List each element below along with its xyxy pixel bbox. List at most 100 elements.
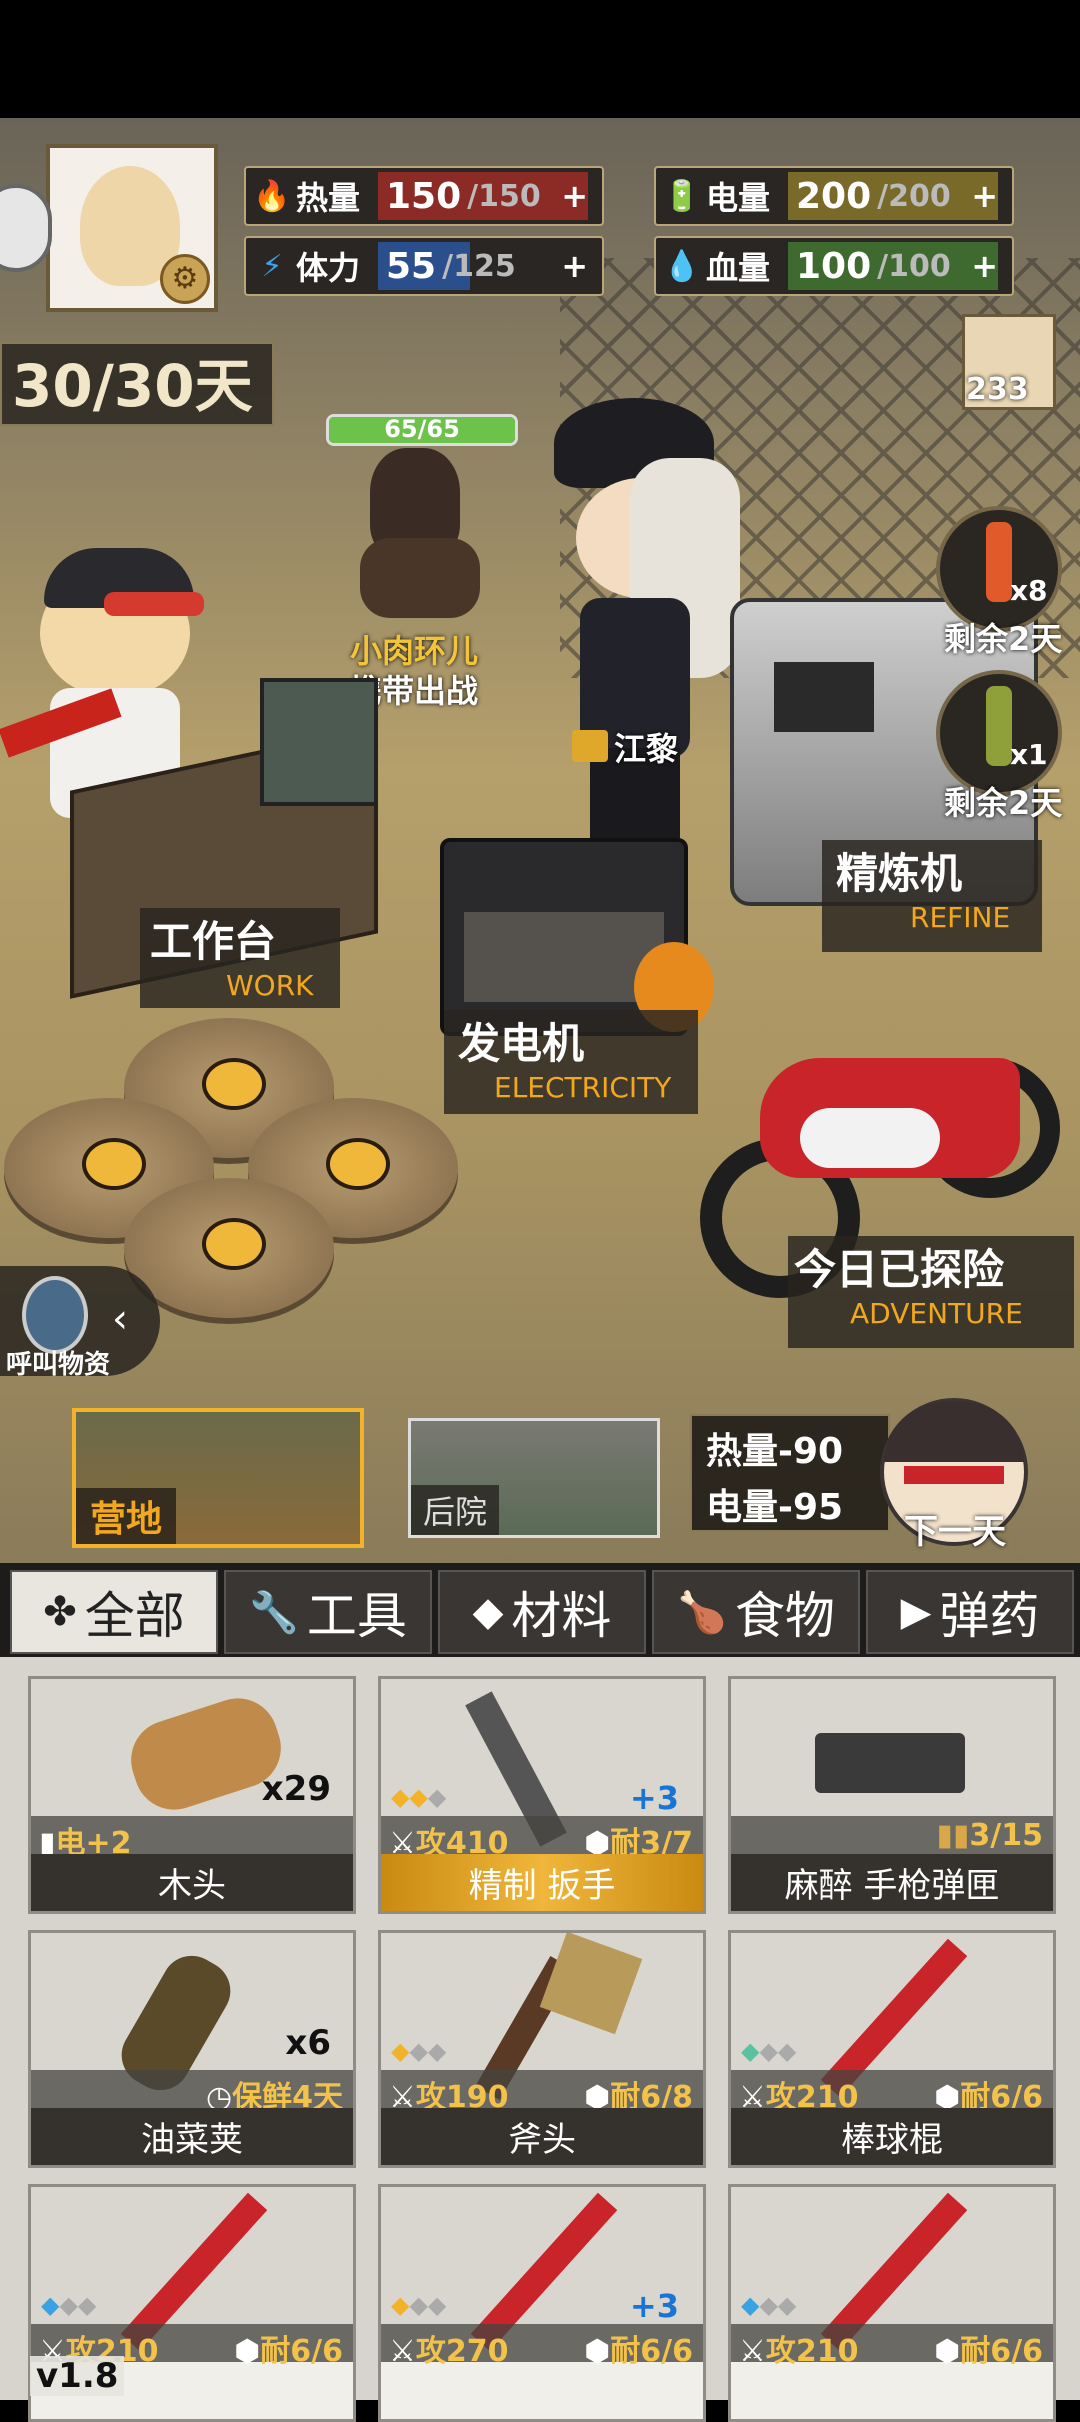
clover-icon: ✤ xyxy=(43,1589,77,1635)
rarity-gems: ◆◆◆ xyxy=(391,2291,447,2319)
energy-plus-button[interactable]: + xyxy=(561,247,588,285)
rarity-gems: ◆◆◆ xyxy=(741,2037,797,2065)
refinery-sign[interactable]: 精炼机 REFINE xyxy=(822,840,1042,952)
heat-label: 热量 xyxy=(296,179,361,217)
seed-icon xyxy=(82,1138,146,1190)
walkie-talkie-icon xyxy=(22,1276,88,1354)
item-card-baseball-bat[interactable]: ◆◆◆ ⚔攻210 ⬢耐6/6 棒球棍 xyxy=(728,1930,1056,2168)
item-card-pistol-magazine[interactable]: ▮▮3/15 麻醉 手枪弹匣 xyxy=(728,1676,1056,1914)
adventure-sign[interactable]: 今日已探险 ADVENTURE xyxy=(788,1236,1074,1348)
officer-character[interactable] xyxy=(540,398,760,838)
crossed-swords-icon: ⚔ xyxy=(739,2334,766,2369)
tab-all[interactable]: ✤ 全部 xyxy=(10,1570,218,1654)
item-card-axe[interactable]: ◆◆◆ ⚔攻190 ⬢耐6/8 斧头 xyxy=(378,1930,706,2168)
tab-ammo-label: 弹药 xyxy=(939,1587,1040,1645)
ammo-stat: ▮▮3/15 xyxy=(936,1818,1043,1853)
blood-label: 血量 xyxy=(706,249,771,287)
tool-board xyxy=(260,678,378,806)
dog-hp-bar: 65/65 xyxy=(326,414,518,446)
location-backyard[interactable]: 后院 xyxy=(408,1418,660,1538)
generator-subtitle: ELECTRICITY xyxy=(494,1071,672,1104)
next-day-power-cost: 电量-95 xyxy=(706,1487,844,1528)
potion-2-count: x1 xyxy=(1010,738,1048,771)
location-camp[interactable]: 营地 xyxy=(72,1408,364,1548)
tab-tools[interactable]: 🔧 工具 xyxy=(224,1570,432,1654)
tab-ammo[interactable]: ▶ 弹药 xyxy=(866,1570,1074,1654)
shield-icon: ⬢ xyxy=(934,2334,961,2369)
crop-plot-4[interactable] xyxy=(124,1178,334,1318)
adventure-title: 今日已探险 xyxy=(794,1245,1005,1294)
item-card-bat-4[interactable]: ◆◆◆ ⚔攻210 ⬢耐6/6 xyxy=(728,2184,1056,2422)
bullet-icon: ▮▮ xyxy=(936,1818,970,1853)
rarity-gems: ◆◆◆ xyxy=(41,2291,97,2319)
upgrade-level: +3 xyxy=(629,2287,679,2325)
durability-stat: ⬢耐6/6 xyxy=(934,2334,1043,2369)
oil-bottle-icon xyxy=(986,686,1012,766)
item-count: x6 xyxy=(285,2023,331,2063)
dog-hp-text: 65/65 xyxy=(384,415,460,443)
game-scene: ⚙ 🔥 热量 150 /150 + ⚡ 体力 55 /125 + 🔋 电量 20… xyxy=(0,118,1080,1563)
durability-stat: ⬢耐6/6 xyxy=(584,2334,693,2369)
heat-max: /150 xyxy=(467,178,541,214)
energy-label: 体力 xyxy=(296,249,361,287)
item-card-refined-wrench[interactable]: ◆◆◆ +3 ⚔攻410 ⬢耐3/7 精制 扳手 xyxy=(378,1676,706,1914)
chat-bubble-icon[interactable] xyxy=(0,184,52,272)
power-label: 电量 xyxy=(706,179,771,217)
blood-max: /100 xyxy=(877,248,951,284)
tab-materials[interactable]: ◆ 材料 xyxy=(438,1570,646,1654)
rarity-gems: ◆◆◆ xyxy=(391,1783,447,1811)
power-stat[interactable]: 🔋 电量 200 /200 + xyxy=(654,166,1014,226)
chevron-left-icon: ‹ xyxy=(112,1296,128,1342)
tab-food[interactable]: 🍗 食物 xyxy=(652,1570,860,1654)
rarity-gems: ◆◆◆ xyxy=(391,2037,447,2065)
attack-stat: ⚔攻210 xyxy=(739,2334,859,2369)
camp-label: 营地 xyxy=(76,1488,177,1544)
crossed-swords-icon: ⚔ xyxy=(389,2334,416,2369)
blood-stat[interactable]: 💧 血量 100 /100 + xyxy=(654,236,1014,296)
generator-sign[interactable]: 发电机 ELECTRICITY xyxy=(444,1010,698,1114)
workbench-subtitle: WORK xyxy=(226,969,314,1002)
shield-icon: ⬢ xyxy=(584,2334,611,2369)
energy-stat[interactable]: ⚡ 体力 55 /125 + xyxy=(244,236,604,296)
officer-name: 江黎 xyxy=(614,730,679,768)
generator[interactable] xyxy=(440,838,714,1036)
item-name: 油菜荚 xyxy=(31,2108,353,2165)
version-label: v1.8 xyxy=(30,2356,125,2396)
tab-tools-label: 工具 xyxy=(306,1587,407,1645)
power-value: 200 xyxy=(796,175,872,217)
backyard-label: 后院 xyxy=(411,1485,500,1535)
item-count: x29 xyxy=(261,1769,331,1809)
tab-materials-label: 材料 xyxy=(511,1587,612,1645)
tab-all-label: 全部 xyxy=(84,1587,185,1645)
flame-icon: 🔥 xyxy=(253,178,291,214)
generator-title: 发电机 xyxy=(458,1019,585,1068)
call-supplies-label: 呼叫物资 xyxy=(6,1350,111,1380)
attack-stat: ⚔攻270 xyxy=(389,2334,509,2369)
notes-count: 233 xyxy=(966,372,1029,407)
item-card-bat-3[interactable]: ◆◆◆ +3 ⚔攻270 ⬢耐6/6 xyxy=(378,2184,706,2422)
dog-character[interactable] xyxy=(350,448,490,618)
item-name: 精制 扳手 xyxy=(381,1854,703,1911)
day-counter: 30/30天 xyxy=(0,342,274,426)
heat-plus-button[interactable]: + xyxy=(561,177,588,215)
item-card-rapeseed-pod[interactable]: x6 ◷保鲜4天 油菜荚 xyxy=(28,1930,356,2168)
heat-stat[interactable]: 🔥 热量 150 /150 + xyxy=(244,166,604,226)
hot-sauce-bottle-icon xyxy=(986,522,1012,602)
workbench-sign[interactable]: 工作台 WORK xyxy=(140,908,340,1008)
item-card-wood[interactable]: x29 ▮电+2 木头 xyxy=(28,1676,356,1914)
blood-plus-button[interactable]: + xyxy=(971,247,998,285)
magazine-icon xyxy=(815,1733,965,1793)
gear-icon[interactable]: ⚙ xyxy=(160,254,210,304)
item-name: 棒球棍 xyxy=(731,2108,1053,2165)
workbench-title: 工作台 xyxy=(150,917,277,966)
player-avatar[interactable]: ⚙ xyxy=(46,144,218,312)
rarity-gems: ◆◆◆ xyxy=(741,2291,797,2319)
tab-food-label: 食物 xyxy=(734,1587,835,1645)
power-plus-button[interactable]: + xyxy=(971,177,998,215)
battery-icon: 🔋 xyxy=(663,178,701,214)
call-supplies-button[interactable]: ‹ 呼叫物资 xyxy=(0,1266,160,1380)
seed-icon xyxy=(326,1138,390,1190)
drumstick-icon: 🍗 xyxy=(677,1589,727,1636)
seed-icon xyxy=(202,1058,266,1110)
seed-icon xyxy=(202,1218,266,1270)
